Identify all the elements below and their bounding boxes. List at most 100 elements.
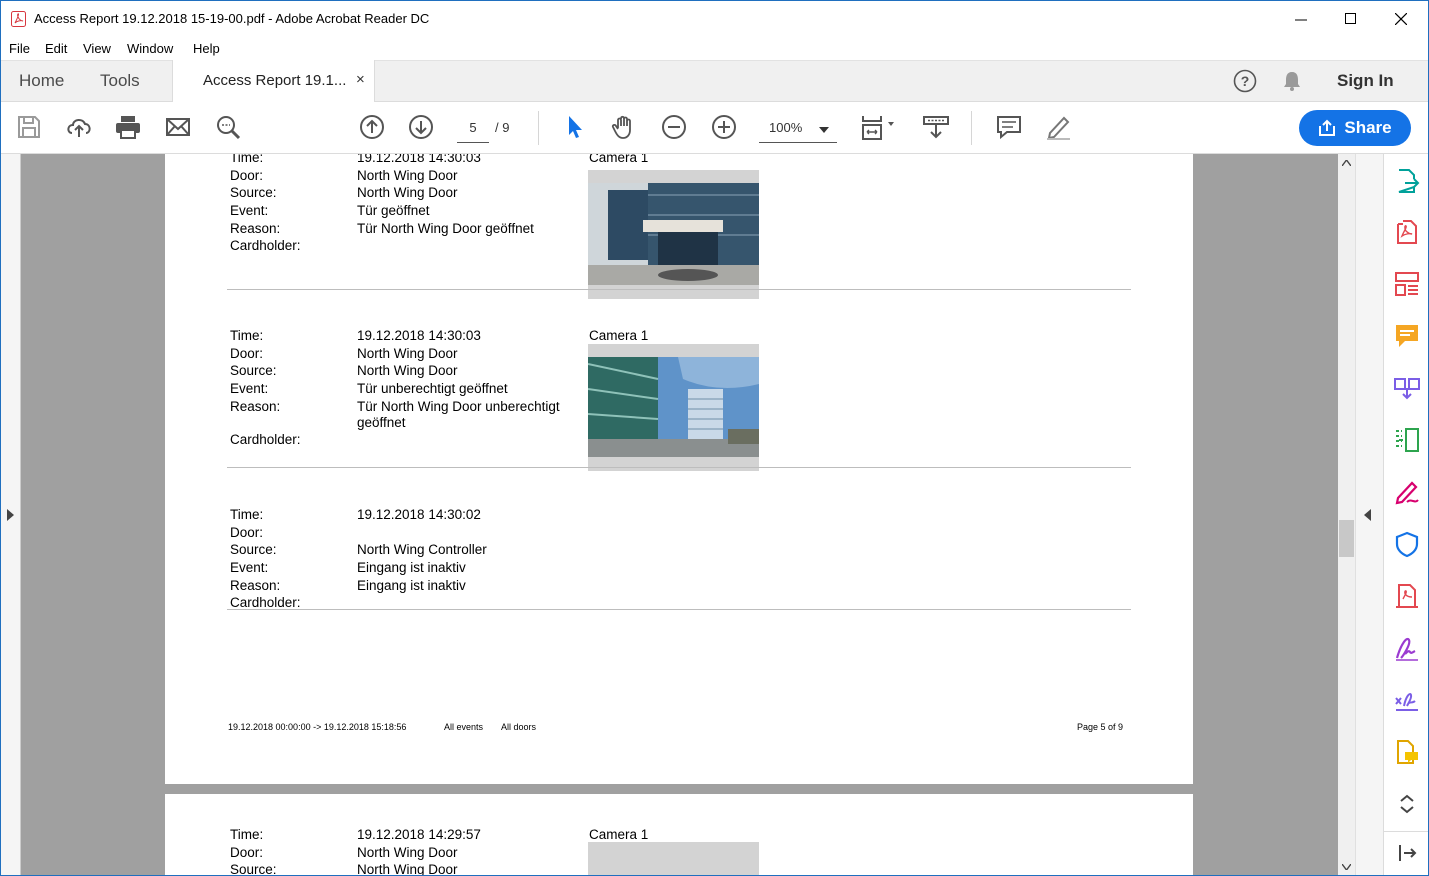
chevron-down-icon: [819, 127, 829, 133]
reason-label: Reason:: [230, 399, 281, 414]
share-button[interactable]: Share: [1299, 110, 1411, 146]
pdf-page: Time: 19.12.2018 14:30:03 Camera 1 Door:…: [165, 154, 1193, 784]
share-label: Share: [1344, 118, 1392, 137]
event-label: Event:: [230, 560, 269, 575]
vertical-scrollbar[interactable]: [1338, 154, 1355, 875]
title-bar: Access Report 19.12.2018 15-19-00.pdf - …: [1, 1, 1428, 37]
compress-pdf-icon[interactable]: [1393, 426, 1421, 454]
select-pointer-icon[interactable]: [561, 113, 589, 141]
expand-left-panel-icon[interactable]: [7, 509, 14, 521]
reason-label: Reason:: [230, 578, 281, 593]
export-pdf-icon[interactable]: [1393, 167, 1421, 195]
comment-tool-icon[interactable]: [1393, 322, 1421, 350]
page-number-footer: Page 5 of 9: [1077, 722, 1124, 732]
protect-shield-icon[interactable]: [1393, 530, 1421, 558]
scroll-down-icon[interactable]: [1342, 864, 1351, 870]
collapse-right-panel-icon[interactable]: [1364, 509, 1371, 521]
reason-value: Tür North Wing Door geöffnet: [357, 221, 534, 236]
cardholder-label: Cardholder:: [230, 432, 301, 447]
menu-file[interactable]: File: [9, 41, 30, 56]
cardholder-label: Cardholder:: [230, 238, 301, 253]
acrobat-window: Access Report 19.12.2018 15-19-00.pdf - …: [0, 0, 1429, 876]
scroll-up-icon[interactable]: [1342, 160, 1351, 166]
create-pdf-icon[interactable]: [1393, 218, 1421, 246]
toolbar-separator: [538, 111, 539, 145]
organize-pages-icon[interactable]: [1393, 270, 1421, 298]
toolbar-separator: [971, 111, 972, 145]
menu-help[interactable]: Help: [193, 41, 220, 56]
maximize-button[interactable]: [1326, 1, 1376, 37]
camera-label: Camera 1: [589, 827, 649, 842]
close-tab-button[interactable]: ×: [356, 71, 365, 88]
notifications-bell-icon[interactable]: [1282, 70, 1302, 92]
upload-icon[interactable]: [65, 113, 93, 141]
sign-icon[interactable]: [1393, 634, 1421, 662]
highlight-pen-icon[interactable]: [1044, 113, 1072, 141]
source-value: North Wing Door: [357, 363, 458, 378]
email-icon[interactable]: [164, 113, 192, 141]
page-number-input[interactable]: 5: [457, 117, 489, 143]
help-icon[interactable]: ?: [1233, 69, 1257, 93]
camera-label: Camera 1: [589, 328, 649, 343]
door-label: Door:: [230, 346, 264, 361]
fit-page-icon[interactable]: [859, 113, 899, 141]
save-icon[interactable]: [15, 113, 43, 141]
menu-bar: File Edit View Window Help: [1, 38, 1428, 60]
hand-tool-icon[interactable]: [610, 113, 638, 141]
time-label: Time:: [230, 507, 264, 522]
page-down-icon[interactable]: [407, 113, 435, 141]
right-panel-toggle[interactable]: [1355, 154, 1383, 875]
camera-snapshot: [588, 842, 759, 875]
record-divider: [227, 609, 1131, 610]
camera-snapshot: [588, 170, 759, 299]
collapse-panel-icon[interactable]: [1393, 839, 1421, 867]
time-label: Time:: [230, 328, 264, 343]
left-panel-toggle[interactable]: [1, 154, 21, 875]
tab-tools[interactable]: Tools: [100, 71, 140, 91]
zoom-level-dropdown[interactable]: 100%: [759, 117, 837, 143]
camera-snapshot: [588, 344, 759, 471]
close-window-button[interactable]: [1376, 1, 1426, 37]
scrollbar-thumb[interactable]: [1339, 520, 1354, 557]
minimize-button[interactable]: [1276, 1, 1326, 37]
time-value: 19.12.2018 14:30:03: [357, 328, 481, 343]
tab-home[interactable]: Home: [19, 71, 64, 91]
source-value: North Wing Controller: [357, 542, 487, 557]
fill-sign-icon[interactable]: [1393, 686, 1421, 714]
menu-view[interactable]: View: [83, 41, 111, 56]
document-viewer[interactable]: Time: 19.12.2018 14:30:03 Camera 1 Door:…: [21, 154, 1338, 876]
pdf-tools-icon[interactable]: [1393, 582, 1421, 610]
read-mode-icon[interactable]: [922, 113, 950, 141]
fill-sign-pen-icon[interactable]: [1393, 478, 1421, 506]
search-icon[interactable]: [214, 113, 242, 141]
tab-document[interactable]: Access Report 19.1... ×: [172, 60, 375, 103]
source-value: North Wing Door: [357, 862, 458, 876]
svg-text:?: ?: [1241, 73, 1250, 89]
menu-window[interactable]: Window: [127, 41, 173, 56]
time-value: 19.12.2018 14:30:03: [357, 154, 481, 165]
menu-edit[interactable]: Edit: [45, 41, 67, 56]
page-up-icon[interactable]: [358, 113, 386, 141]
source-label: Source:: [230, 363, 277, 378]
tab-bar: Home Tools Access Report 19.1... × ? Sig…: [1, 60, 1428, 103]
zoom-in-icon[interactable]: [710, 113, 738, 141]
tools-pane: [1383, 154, 1428, 875]
comment-icon[interactable]: [995, 113, 1023, 141]
zoom-out-icon[interactable]: [660, 113, 688, 141]
source-label: Source:: [230, 542, 277, 557]
source-label: Source:: [230, 185, 277, 200]
record-divider: [227, 289, 1131, 290]
door-value: North Wing Door: [357, 845, 458, 860]
time-label: Time:: [230, 827, 264, 842]
send-for-comments-icon[interactable]: [1393, 738, 1421, 766]
event-label: Event:: [230, 203, 269, 218]
print-icon[interactable]: [114, 113, 142, 141]
combine-files-icon[interactable]: [1393, 374, 1421, 402]
door-label: Door:: [230, 168, 264, 183]
more-tools-icon[interactable]: [1393, 790, 1421, 818]
reason-value: Tür North Wing Door unberechtigt: [357, 399, 560, 414]
page-total: / 9: [495, 120, 510, 135]
event-value: Eingang ist inaktiv: [357, 560, 466, 575]
sign-in-link[interactable]: Sign In: [1337, 71, 1394, 91]
door-label: Door:: [230, 525, 264, 540]
